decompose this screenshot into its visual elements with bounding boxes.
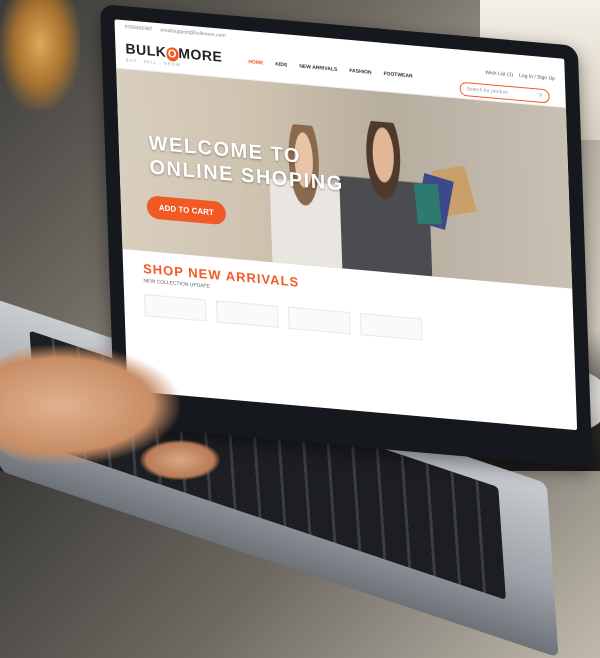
nav-item-footwear[interactable]: FOOTWEAR [383,71,412,80]
product-card[interactable] [215,300,279,328]
phone-number: 9789456987 [124,24,153,33]
shopping-bag [413,183,442,225]
add-to-cart-button[interactable]: ADD TO CART [146,195,227,226]
site-logo[interactable]: BULKOMORE BUY · SELL · GROW [125,40,223,71]
product-card[interactable] [143,294,207,322]
glass-background [0,0,80,110]
logo-suffix: MORE [178,44,223,65]
nav-item-fashion[interactable]: FASHION [349,68,371,76]
search-icon[interactable]: ⚲ [539,93,543,99]
nav-item-new-arrivals[interactable]: NEW ARRIVALS [299,64,337,73]
search-placeholder: Search for product [466,86,508,96]
product-card[interactable] [359,313,423,341]
right-hand [140,440,220,480]
account-links: Wish List (1) Log In / Sign Up [485,70,555,82]
website-screen: 9789456987 emailsupport@bulkmore.com BUL… [114,19,578,431]
nav-item-home[interactable]: HOME [248,59,263,66]
main-nav: HOME KIDS NEW ARRIVALS FASHION FOOTWEAR [248,59,413,79]
logo-mark: O [166,46,179,62]
wishlist-link[interactable]: Wish List (1) [485,70,513,78]
product-card[interactable] [287,306,351,335]
nav-item-kids[interactable]: KIDS [275,61,287,68]
login-link[interactable]: Log In / Sign Up [519,73,555,82]
